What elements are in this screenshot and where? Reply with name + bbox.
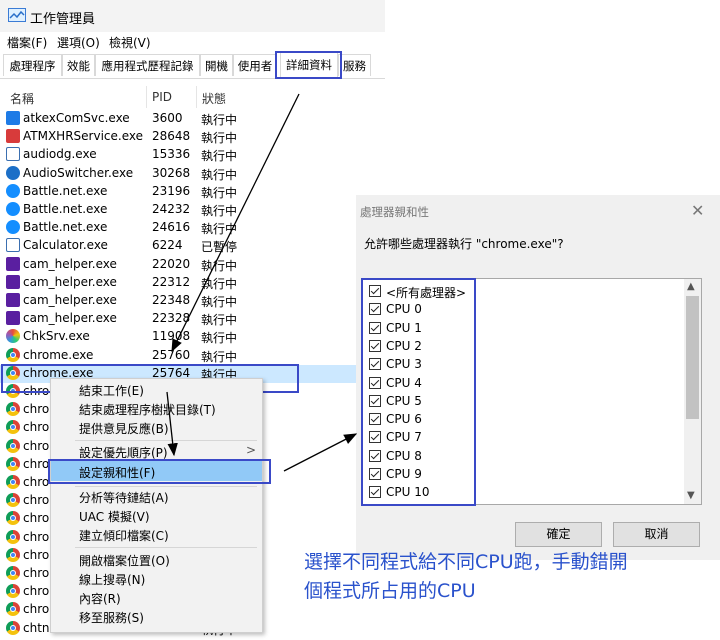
- arrow-tab-to-row: [171, 93, 300, 353]
- annotation-arrows: [166, 93, 358, 472]
- arrow-menu-to-dialog: [283, 433, 358, 472]
- arrow-row-to-menu: [166, 391, 178, 457]
